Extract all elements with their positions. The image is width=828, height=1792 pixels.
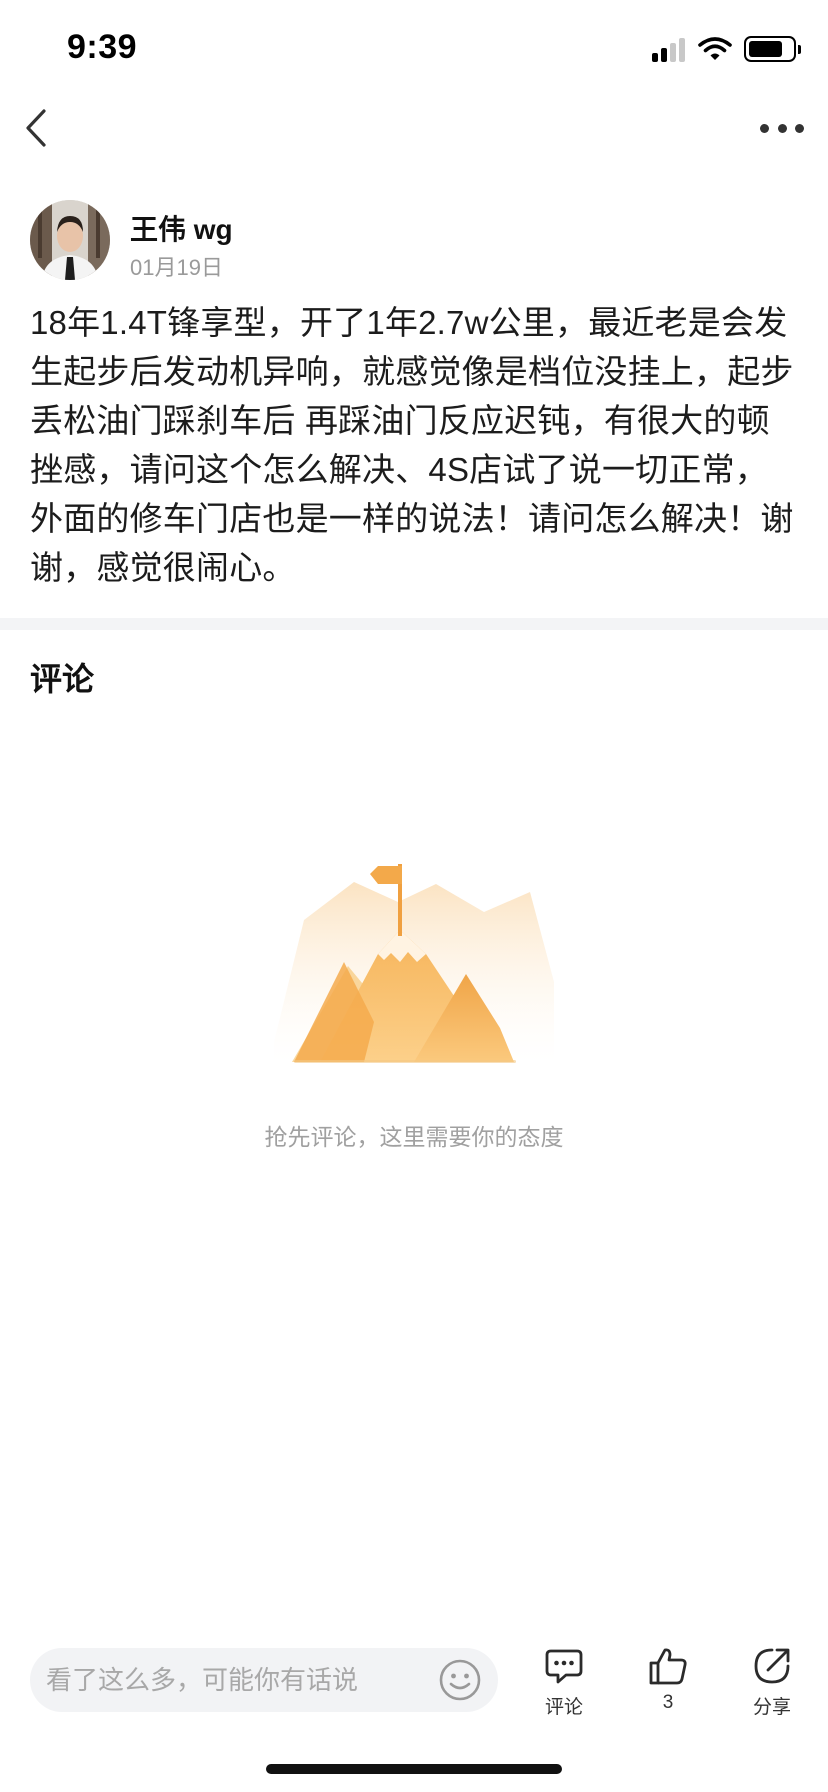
comments-title: 评论 bbox=[30, 661, 95, 697]
status-icons bbox=[652, 34, 801, 64]
empty-comments-text: 抢先评论，这里需要你的态度 bbox=[264, 1124, 564, 1150]
post-date: 01月19日 bbox=[130, 255, 223, 280]
mountain-flag-icon bbox=[274, 864, 554, 1063]
comment-input-field[interactable] bbox=[46, 1648, 436, 1712]
wifi-icon bbox=[698, 37, 732, 60]
battery-icon bbox=[744, 36, 801, 62]
comment-button-label: 评论 bbox=[544, 1697, 583, 1718]
avatar[interactable] bbox=[30, 200, 110, 280]
comment-icon bbox=[545, 1649, 583, 1684]
home-indicator[interactable] bbox=[266, 1764, 562, 1774]
status-bar: 9:39 bbox=[0, 0, 828, 100]
signal-icon bbox=[652, 36, 686, 62]
battery-level bbox=[749, 41, 782, 57]
post-author: 王伟 wg 01月19日 bbox=[30, 200, 798, 282]
comment-button[interactable]: 评论 bbox=[524, 1646, 604, 1718]
comment-input[interactable] bbox=[30, 1648, 498, 1712]
nav-bar bbox=[0, 100, 828, 156]
share-button[interactable]: 分享 bbox=[732, 1646, 812, 1718]
share-button-label: 分享 bbox=[752, 1697, 791, 1718]
like-button[interactable]: 3 bbox=[628, 1646, 708, 1718]
more-button[interactable] bbox=[760, 114, 804, 142]
status-time: 9:39 bbox=[67, 28, 138, 66]
back-button[interactable] bbox=[18, 106, 62, 150]
thumbs-up-icon bbox=[649, 1648, 687, 1685]
avatar-image bbox=[30, 200, 110, 280]
section-divider bbox=[0, 618, 828, 630]
more-dots-icon bbox=[760, 123, 769, 133]
author-name[interactable]: 王伟 wg bbox=[130, 208, 233, 248]
post-body: 18年1.4T锋享型，开了1年2.7w公里，最近老是会发生起步后发动机异响，就感… bbox=[30, 304, 794, 586]
chevron-left-icon bbox=[26, 109, 46, 147]
like-count: 3 bbox=[662, 1692, 674, 1713]
smiley-icon[interactable] bbox=[438, 1658, 482, 1702]
share-icon bbox=[754, 1648, 790, 1684]
